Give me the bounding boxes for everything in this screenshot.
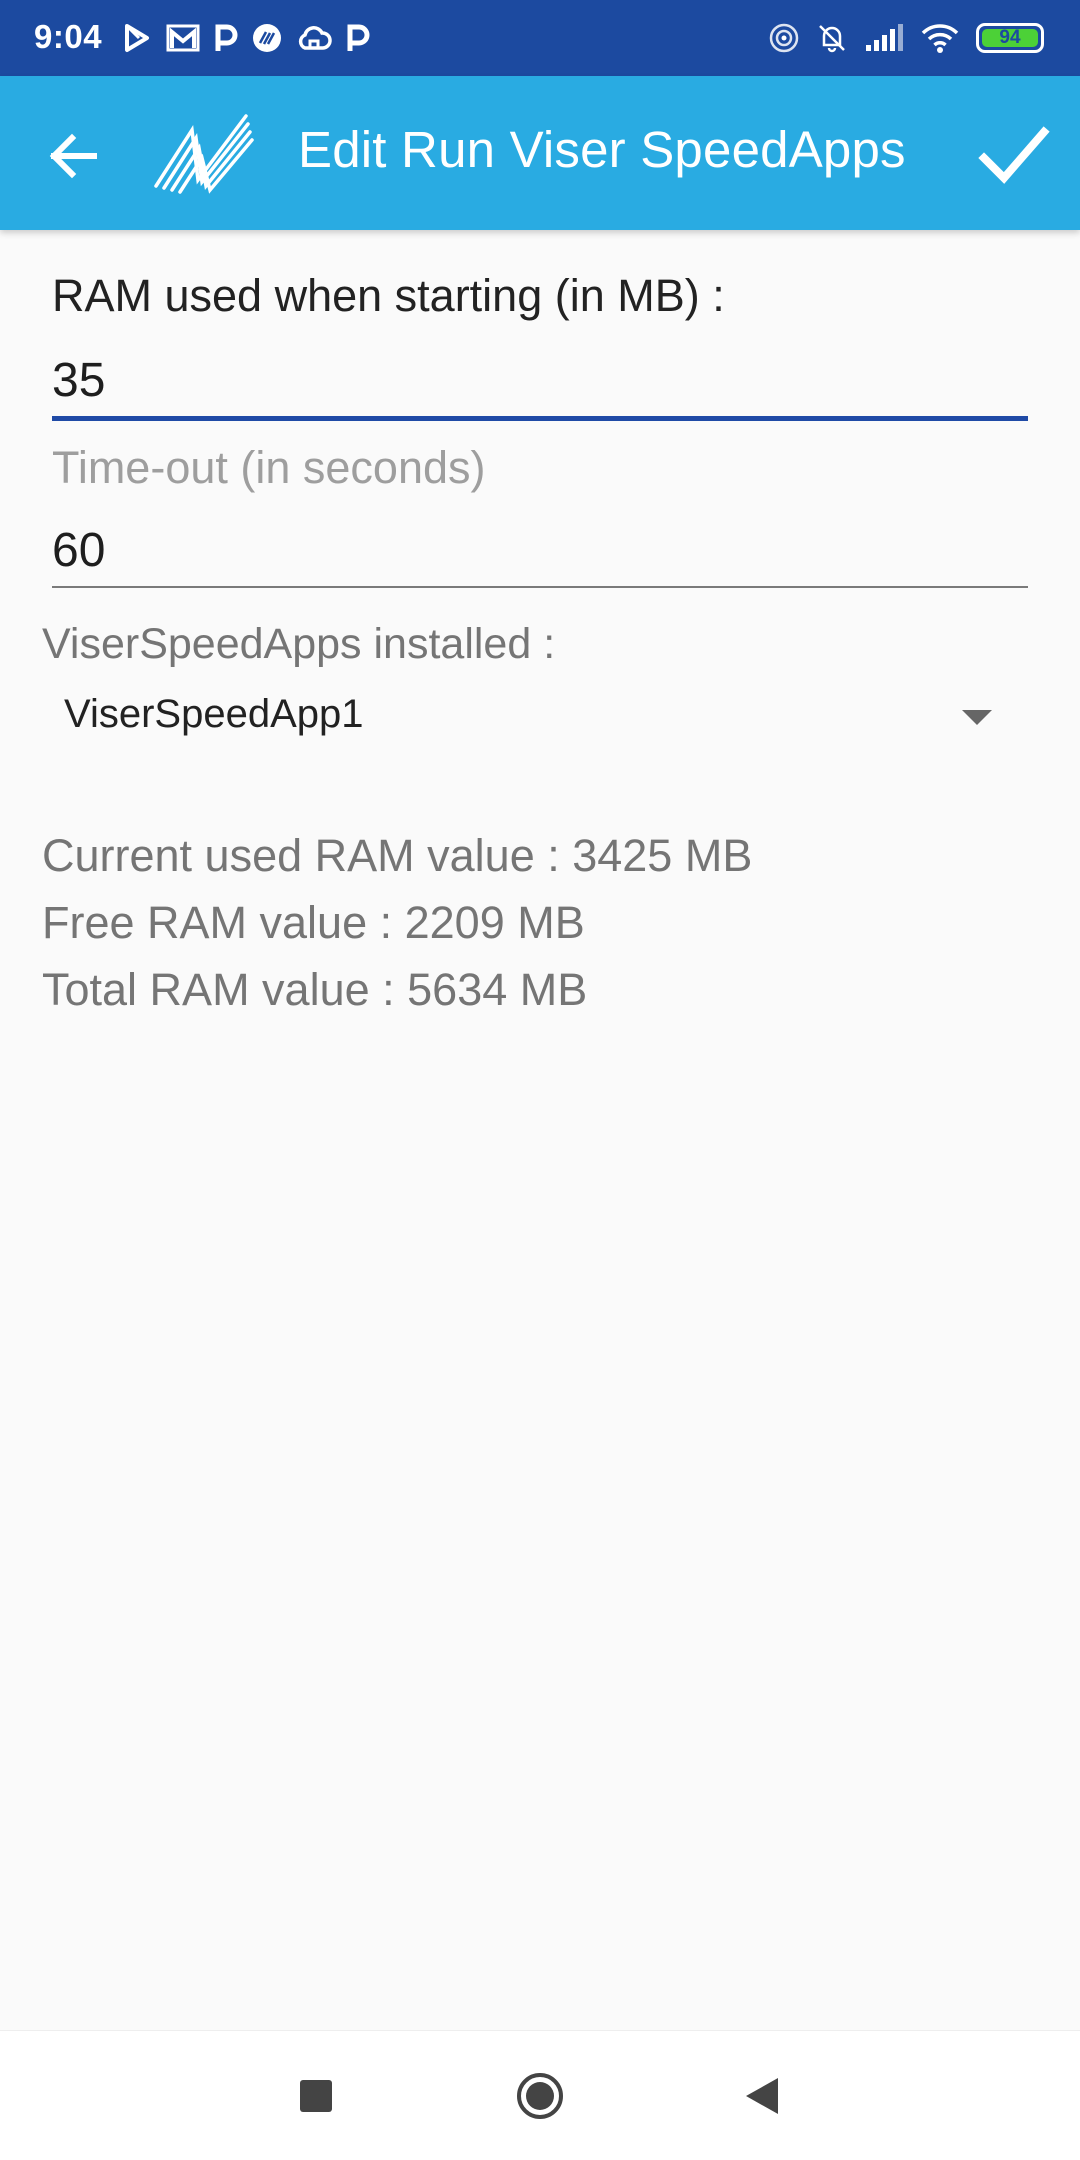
home-circle-icon (517, 2073, 563, 2119)
app-bar: Edit Run Viser SpeedApps (0, 76, 1080, 230)
signal-icon (864, 23, 904, 53)
navigation-bar (0, 2030, 1080, 2160)
viser-icon (252, 23, 282, 53)
confirm-button[interactable] (970, 112, 1058, 200)
back-button[interactable] (36, 116, 116, 196)
total-ram-info: Total RAM value : 5634 MB (42, 964, 588, 1015)
timeout-label: Time-out (in seconds) (52, 442, 486, 493)
dropdown-arrow-icon (962, 710, 992, 725)
installed-apps-label: ViserSpeedApps installed : (42, 620, 556, 668)
triangle-back-icon (746, 2078, 778, 2114)
system-back-button[interactable] (742, 2075, 782, 2117)
timeout-input[interactable] (52, 520, 1028, 580)
status-bar: 9:04 94 (0, 0, 1080, 76)
arrow-left-icon (49, 133, 97, 179)
status-time: 9:04 (34, 18, 103, 55)
page-title: Edit Run Viser SpeedApps (298, 121, 906, 178)
ram-label: RAM used when starting (in MB) : (52, 270, 725, 321)
installed-apps-dropdown[interactable]: ViserSpeedApp1 (42, 678, 1022, 758)
current-ram-info: Current used RAM value : 3425 MB (42, 830, 753, 881)
ram-input-underline (52, 416, 1028, 421)
battery-level: 94 (999, 27, 1021, 48)
p-app-icon (346, 23, 370, 53)
ram-input[interactable] (52, 350, 1028, 410)
gmail-icon (166, 24, 200, 52)
play-store-icon (122, 23, 152, 53)
hotspot-icon (768, 22, 800, 54)
check-icon (978, 126, 1050, 184)
wifi-icon (920, 22, 960, 54)
cloud-icon (296, 24, 332, 52)
battery-icon: 94 (976, 23, 1044, 53)
dropdown-selected-value: ViserSpeedApp1 (64, 692, 364, 736)
notification-icons (122, 18, 370, 58)
timeout-input-underline (52, 586, 1028, 588)
viser-logo (152, 110, 254, 196)
free-ram-info: Free RAM value : 2209 MB (42, 897, 585, 948)
system-icons: 94 (768, 18, 1044, 58)
home-button[interactable] (515, 2071, 565, 2121)
p-app-icon (214, 23, 238, 53)
muted-bell-icon (816, 22, 848, 54)
recent-apps-button[interactable] (300, 2080, 332, 2112)
